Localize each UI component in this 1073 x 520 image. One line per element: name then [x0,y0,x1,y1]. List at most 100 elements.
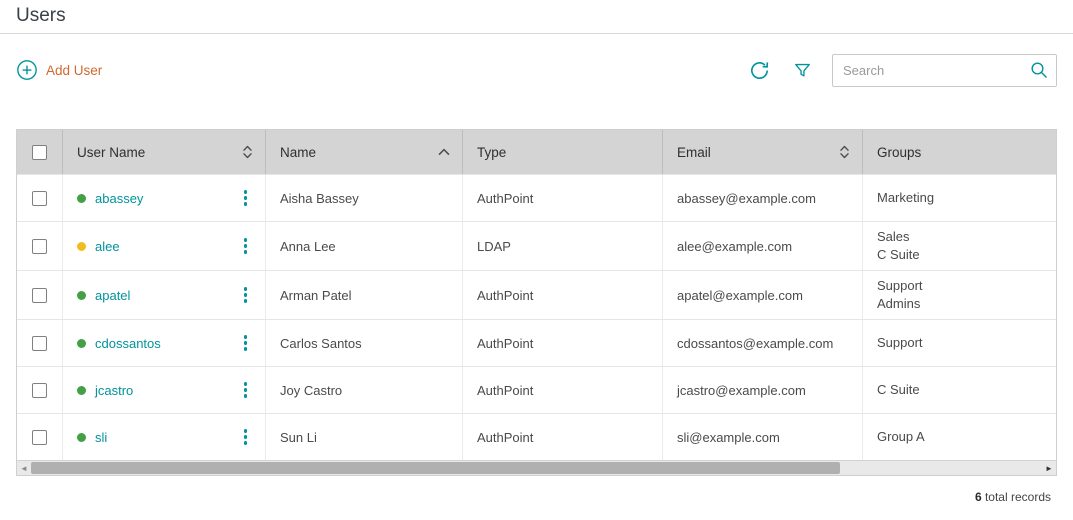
select-all-header[interactable] [17,130,63,174]
filter-funnel-icon[interactable] [791,59,814,82]
column-label-name: Name [280,145,316,160]
search-icon[interactable] [1029,60,1049,80]
email-cell: alee@example.com [663,222,863,270]
username-cell: jcastro [63,367,266,413]
kebab-menu-icon[interactable] [238,187,254,209]
kebab-menu-icon[interactable] [238,235,254,257]
status-dot [77,386,86,395]
status-dot [77,339,86,348]
scroll-left-arrow-icon[interactable]: ◄ [17,461,31,476]
column-header-type[interactable]: Type [463,130,663,174]
row-checkbox[interactable] [32,191,47,206]
row-checkbox[interactable] [32,239,47,254]
username-cell: alee [63,222,266,270]
groups-cell: SupportAdmins [863,271,1056,319]
table-row: jcastro Joy Castro AuthPoint jcastro@exa… [17,366,1056,413]
column-label-groups: Groups [877,145,921,160]
column-header-name[interactable]: Name [266,130,463,174]
status-dot [77,433,86,442]
kebab-menu-icon[interactable] [238,379,254,401]
row-checkbox-cell [17,367,63,413]
username-link[interactable]: alee [95,239,120,254]
username-cell: cdossantos [63,320,266,366]
column-header-username[interactable]: User Name [63,130,266,174]
username-link[interactable]: sli [95,430,107,445]
status-dot [77,291,86,300]
table-row: sli Sun Li AuthPoint sli@example.com Gro… [17,413,1056,460]
username-cell: sli [63,414,266,460]
scrollbar-track[interactable] [31,461,1042,475]
sort-asc-icon[interactable] [438,148,450,156]
table-row: abassey Aisha Bassey AuthPoint abassey@e… [17,174,1056,221]
table-row: alee Anna Lee LDAP alee@example.com Sale… [17,221,1056,270]
kebab-menu-icon[interactable] [238,426,254,448]
type-cell: AuthPoint [463,271,663,319]
total-records: 6 total records [0,490,1051,504]
name-cell: Carlos Santos [266,320,463,366]
email-cell: jcastro@example.com [663,367,863,413]
groups-cell: Group A [863,414,1056,460]
scrollbar-thumb[interactable] [31,462,840,474]
groups-cell: C Suite [863,367,1056,413]
search-input[interactable] [832,54,1057,87]
horizontal-scrollbar[interactable]: ◄ ► [17,460,1056,475]
row-checkbox-cell [17,414,63,460]
row-checkbox-cell [17,175,63,221]
sort-icon[interactable] [242,144,253,160]
row-checkbox-cell [17,320,63,366]
toolbar-right [746,54,1057,87]
add-user-button[interactable]: Add User [16,59,102,81]
column-label-type: Type [477,145,506,160]
row-checkbox[interactable] [32,430,47,445]
status-dot [77,242,86,251]
type-cell: AuthPoint [463,320,663,366]
username-cell: abassey [63,175,266,221]
groups-cell: Support [863,320,1056,366]
row-checkbox[interactable] [32,336,47,351]
row-checkbox-cell [17,222,63,270]
username-link[interactable]: jcastro [95,383,133,398]
scroll-right-arrow-icon[interactable]: ► [1042,461,1056,476]
name-cell: Sun Li [266,414,463,460]
email-cell: abassey@example.com [663,175,863,221]
column-label-username: User Name [77,145,145,160]
table-row: cdossantos Carlos Santos AuthPoint cdoss… [17,319,1056,366]
type-cell: AuthPoint [463,414,663,460]
column-header-groups[interactable]: Groups [863,130,1056,174]
email-cell: cdossantos@example.com [663,320,863,366]
users-page: Users Add User [0,0,1073,520]
table-row: apatel Arman Patel AuthPoint apatel@exam… [17,270,1056,319]
row-checkbox[interactable] [32,383,47,398]
groups-cell: Marketing [863,175,1056,221]
users-table: User Name Name Type Email [16,129,1057,476]
row-checkbox-cell [17,271,63,319]
kebab-menu-icon[interactable] [238,284,254,306]
name-cell: Joy Castro [266,367,463,413]
refresh-icon[interactable] [746,57,773,84]
username-link[interactable]: apatel [95,288,130,303]
toolbar: Add User [16,53,1057,87]
type-cell: AuthPoint [463,175,663,221]
add-user-label: Add User [46,63,102,78]
type-cell: AuthPoint [463,367,663,413]
username-link[interactable]: cdossantos [95,336,161,351]
username-link[interactable]: abassey [95,191,143,206]
kebab-menu-icon[interactable] [238,332,254,354]
row-checkbox[interactable] [32,288,47,303]
table-header-row: User Name Name Type Email [17,130,1056,174]
select-all-checkbox[interactable] [32,145,47,160]
sort-icon[interactable] [839,144,850,160]
search-box [832,54,1057,87]
total-records-label: total records [985,490,1051,504]
status-dot [77,194,86,203]
name-cell: Anna Lee [266,222,463,270]
total-records-count: 6 [975,490,982,504]
plus-circle-icon [16,59,38,81]
column-header-email[interactable]: Email [663,130,863,174]
title-bar: Users [0,0,1073,34]
email-cell: apatel@example.com [663,271,863,319]
type-cell: LDAP [463,222,663,270]
table-body: abassey Aisha Bassey AuthPoint abassey@e… [17,174,1056,460]
groups-cell: SalesC Suite [863,222,1056,270]
name-cell: Aisha Bassey [266,175,463,221]
